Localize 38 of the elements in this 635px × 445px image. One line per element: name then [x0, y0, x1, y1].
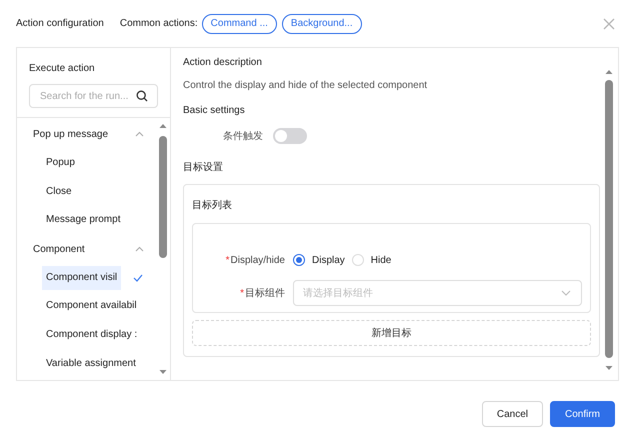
- sidebar-item[interactable]: Close: [42, 180, 76, 204]
- section-title: 目标设置: [183, 160, 224, 174]
- search-field[interactable]: Search for the run...: [29, 84, 158, 108]
- common-action-chip[interactable]: Command ...: [202, 14, 277, 34]
- radio-button[interactable]: [293, 254, 305, 266]
- group-header[interactable]: Pop up message: [17, 120, 158, 149]
- chevron-down-icon: [561, 290, 571, 296]
- dialog-title: Action configuration: [16, 18, 104, 29]
- group-header[interactable]: Component: [17, 234, 158, 264]
- card-title: 目标列表: [192, 198, 233, 212]
- field-label: 目标组件: [245, 288, 285, 299]
- sidebar-item[interactable]: Popup: [42, 151, 79, 176]
- field-label: Display/hide: [230, 254, 285, 266]
- check-icon: [133, 274, 144, 282]
- common-action-chip[interactable]: Background...: [282, 14, 362, 34]
- radio-label: Hide: [370, 254, 392, 266]
- add-target-button[interactable]: 新增目标: [192, 320, 591, 346]
- close-icon[interactable]: [603, 18, 615, 30]
- common-actions-label: Common actions:: [120, 18, 198, 29]
- sidebar-item[interactable]: Component visil: [42, 266, 122, 290]
- chevron-up-icon: [135, 131, 144, 138]
- search-icon: [136, 90, 148, 102]
- cancel-button[interactable]: Cancel: [482, 401, 543, 427]
- description-text: Control the display and hide of the selected component: [183, 80, 428, 91]
- sidebar-item[interactable]: Message prompt: [42, 208, 124, 232]
- sidebar-item[interactable]: Component display :: [42, 323, 142, 348]
- section-title: Basic settings: [183, 105, 246, 116]
- radio-label: Display: [312, 254, 345, 266]
- toggle-switch[interactable]: [273, 128, 307, 144]
- field-label: 条件触发: [223, 130, 263, 143]
- section-title: Action description: [183, 57, 263, 68]
- sidebar-title: Execute action: [28, 62, 96, 74]
- required-mark: *: [240, 288, 244, 299]
- sidebar-item[interactable]: Component availabil: [42, 294, 141, 318]
- chevron-up-icon: [135, 246, 144, 252]
- required-mark: *: [226, 254, 230, 266]
- sidebar-item[interactable]: Variable assignment: [42, 352, 140, 376]
- confirm-button[interactable]: Confirm: [550, 401, 615, 427]
